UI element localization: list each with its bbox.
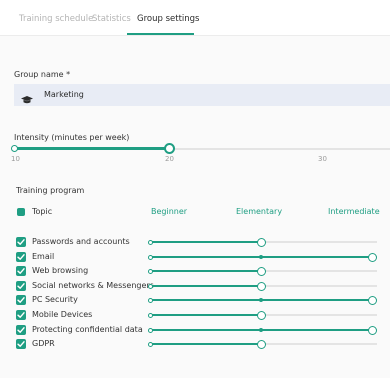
topic-column-marker bbox=[17, 208, 25, 216]
topic-label: Mobile Devices bbox=[32, 310, 93, 319]
group-name-input[interactable]: Marketing bbox=[14, 84, 390, 106]
level-slider-thumb[interactable] bbox=[367, 252, 377, 262]
level-slider-thumb[interactable] bbox=[367, 325, 377, 335]
tab-statistics[interactable]: Statistics bbox=[92, 14, 131, 24]
level-slider-step bbox=[259, 328, 263, 332]
topic-column-header: Topic bbox=[32, 207, 53, 216]
intensity-slider-start bbox=[11, 145, 18, 152]
level-slider-fill bbox=[151, 241, 261, 243]
intensity-tick-10: 10 bbox=[11, 155, 20, 163]
level-slider-fill bbox=[151, 314, 261, 316]
intensity-label: Intensity (minutes per week) bbox=[14, 133, 130, 142]
level-slider-start bbox=[148, 268, 153, 274]
intensity-slider-thumb[interactable] bbox=[164, 143, 175, 154]
intensity-slider-fill bbox=[14, 147, 169, 150]
level-header-intermediate: Intermediate bbox=[328, 207, 380, 216]
topic-checkbox[interactable] bbox=[16, 339, 26, 349]
level-slider-fill bbox=[151, 270, 261, 272]
level-slider-thumb[interactable] bbox=[256, 266, 266, 276]
tab-group-settings[interactable]: Group settings bbox=[137, 14, 199, 24]
level-slider-start bbox=[148, 312, 153, 318]
level-slider-fill bbox=[151, 285, 261, 287]
topic-checkbox[interactable] bbox=[16, 281, 26, 291]
level-slider-thumb[interactable] bbox=[367, 295, 377, 305]
level-slider-thumb[interactable] bbox=[256, 339, 266, 349]
graduation-cap-icon bbox=[21, 90, 33, 104]
topic-checkbox[interactable] bbox=[16, 325, 26, 335]
topic-checkbox[interactable] bbox=[16, 237, 26, 247]
level-slider-start bbox=[148, 297, 153, 303]
topic-label: Passwords and accounts bbox=[32, 237, 130, 246]
level-slider-thumb[interactable] bbox=[256, 310, 266, 320]
level-slider-thumb[interactable] bbox=[256, 281, 266, 291]
topic-label: Protecting confidential data bbox=[32, 325, 143, 334]
group-name-value: Marketing bbox=[44, 90, 84, 99]
topic-label: Web browsing bbox=[32, 266, 89, 275]
level-slider-start bbox=[148, 239, 153, 245]
level-slider-step bbox=[259, 255, 263, 259]
topic-checkbox[interactable] bbox=[16, 266, 26, 276]
training-program-label: Training program bbox=[16, 186, 85, 195]
topic-checkbox[interactable] bbox=[16, 310, 26, 320]
intensity-tick-30: 30 bbox=[318, 155, 327, 163]
level-header-beginner: Beginner bbox=[151, 207, 188, 216]
topic-label: PC Security bbox=[32, 295, 78, 304]
level-slider-start bbox=[148, 254, 153, 260]
level-slider-thumb[interactable] bbox=[256, 237, 266, 247]
level-header-elementary: Elementary bbox=[236, 207, 283, 216]
level-slider-step bbox=[259, 298, 263, 302]
topic-label: Social networks & Messengers bbox=[32, 281, 154, 290]
level-slider-start bbox=[148, 283, 153, 289]
level-slider-start bbox=[148, 341, 153, 347]
topic-label: Email bbox=[32, 252, 55, 261]
tab-training-schedule[interactable]: Training schedule bbox=[19, 14, 93, 24]
group-name-label: Group name * bbox=[14, 70, 71, 79]
topic-checkbox[interactable] bbox=[16, 295, 26, 305]
intensity-tick-20: 20 bbox=[165, 155, 174, 163]
level-slider-fill bbox=[151, 343, 261, 345]
topic-label: GDPR bbox=[32, 339, 55, 348]
level-slider-start bbox=[148, 327, 153, 333]
topic-checkbox[interactable] bbox=[16, 252, 26, 262]
tab-bar: Training schedule Statistics Group setti… bbox=[0, 0, 390, 36]
